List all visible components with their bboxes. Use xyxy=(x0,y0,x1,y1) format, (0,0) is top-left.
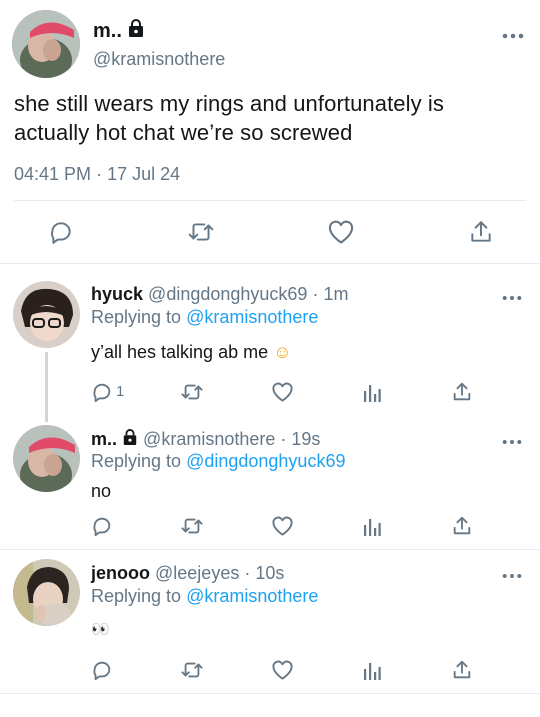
reply-age[interactable]: 10s xyxy=(255,563,284,583)
reply-age[interactable]: 19s xyxy=(291,429,320,449)
more-horizontal-icon[interactable] xyxy=(502,290,522,301)
like-icon[interactable] xyxy=(271,515,294,537)
display-name[interactable]: jenooo xyxy=(91,563,150,583)
share-icon[interactable] xyxy=(467,219,495,245)
share-icon[interactable] xyxy=(451,515,473,537)
more-horizontal-icon[interactable] xyxy=(502,28,524,39)
like-icon[interactable] xyxy=(271,381,294,403)
replying-to-link[interactable]: @kramisnothere xyxy=(186,307,318,327)
reply-icon[interactable] xyxy=(48,219,74,245)
replying-to-link[interactable]: @kramisnothere xyxy=(186,586,318,606)
reply-text: y’all hes talking ab me xyxy=(91,342,269,362)
avatar[interactable] xyxy=(13,425,80,492)
divider xyxy=(0,549,540,550)
retweet-icon[interactable] xyxy=(187,219,215,245)
reply-text: no xyxy=(91,481,112,501)
relieved-face-emoji: ☺ xyxy=(273,342,292,362)
avatar[interactable] xyxy=(12,10,80,78)
handle[interactable]: @kramisnothere xyxy=(93,48,225,70)
retweet-icon[interactable] xyxy=(180,515,204,537)
display-name[interactable]: m.. xyxy=(91,429,117,449)
like-icon[interactable] xyxy=(327,219,355,245)
handle[interactable]: @leejeyes xyxy=(155,563,239,583)
display-name[interactable]: hyuck xyxy=(91,284,143,304)
replying-to-label: Replying to xyxy=(91,586,182,606)
reply-age[interactable]: 1m xyxy=(323,284,348,304)
handle[interactable]: @kramisnothere xyxy=(143,429,275,449)
eyes-emoji: 👀 xyxy=(91,621,110,638)
replying-to-link[interactable]: @dingdonghyuck69 xyxy=(186,451,345,471)
analytics-icon[interactable] xyxy=(362,515,382,537)
share-icon[interactable] xyxy=(451,659,473,681)
lock-icon xyxy=(122,429,138,451)
thread-line xyxy=(45,352,48,422)
analytics-icon[interactable] xyxy=(362,381,382,403)
reply-icon[interactable] xyxy=(91,381,113,403)
avatar[interactable] xyxy=(13,281,80,348)
tweet-text: she still wears my rings and unfortunate… xyxy=(14,91,445,145)
share-icon[interactable] xyxy=(451,381,473,403)
analytics-icon[interactable] xyxy=(362,659,382,681)
replying-to-label: Replying to xyxy=(91,451,182,471)
handle[interactable]: @dingdonghyuck69 xyxy=(148,284,307,304)
separator: · xyxy=(96,164,103,184)
divider xyxy=(0,263,540,264)
retweet-icon[interactable] xyxy=(180,659,204,681)
more-horizontal-icon[interactable] xyxy=(502,434,522,445)
like-icon[interactable] xyxy=(271,659,294,681)
separator: · xyxy=(312,284,319,304)
lock-icon xyxy=(127,18,145,45)
divider xyxy=(0,693,540,694)
divider xyxy=(14,200,526,201)
reply-count: 1 xyxy=(116,383,125,400)
retweet-icon[interactable] xyxy=(180,381,204,403)
separator: · xyxy=(280,429,287,449)
replying-to-label: Replying to xyxy=(91,307,182,327)
avatar[interactable] xyxy=(13,559,80,626)
display-name[interactable]: m.. xyxy=(93,20,122,42)
more-horizontal-icon[interactable] xyxy=(502,568,522,579)
reply-icon[interactable] xyxy=(91,515,113,537)
tweet-timestamp[interactable]: 04:41 PM · 17 Jul 24 xyxy=(14,163,180,185)
tweet-date: 17 Jul 24 xyxy=(107,164,181,184)
reply-icon[interactable] xyxy=(91,659,113,681)
tweet-time: 04:41 PM xyxy=(14,164,92,184)
separator: · xyxy=(244,563,251,583)
